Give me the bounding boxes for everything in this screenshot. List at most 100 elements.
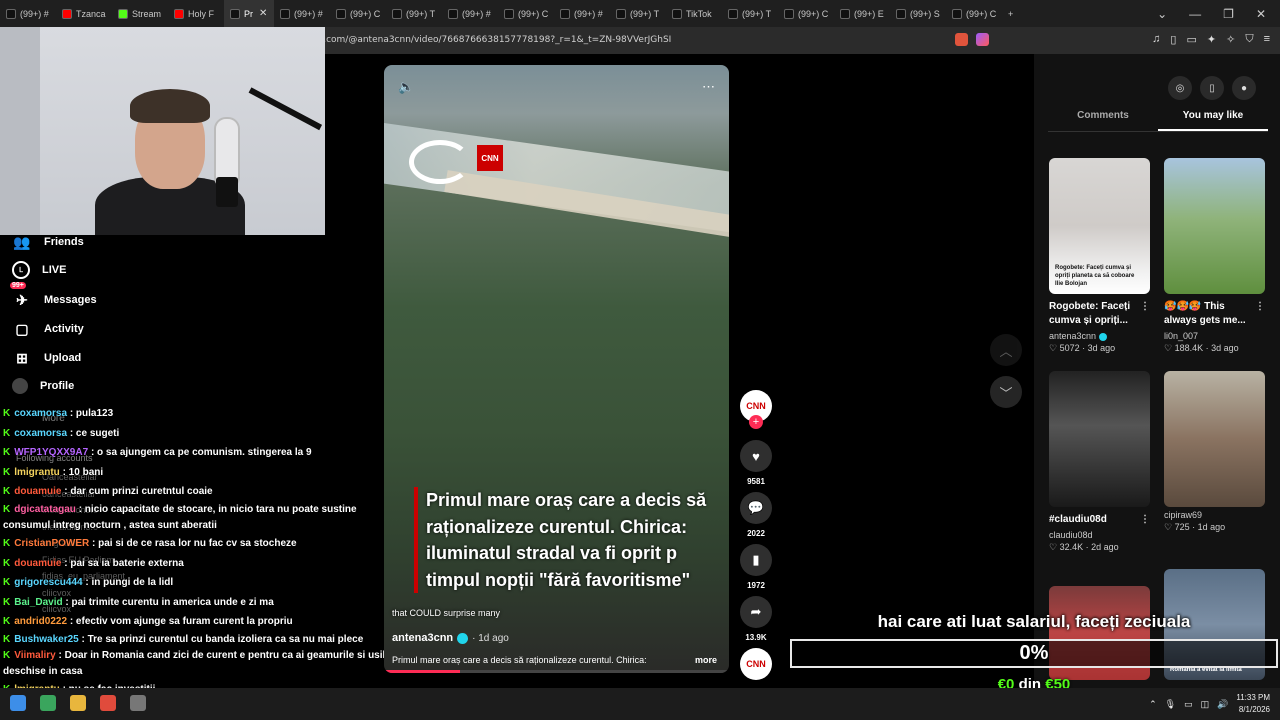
browser-tab[interactable]: Pr ✕	[224, 0, 274, 27]
browser-tab[interactable]: (99+) S	[890, 0, 946, 27]
sidebar-icon[interactable]: ▯	[1170, 33, 1176, 46]
tab-you-may-like[interactable]: You may like	[1158, 110, 1268, 131]
video-thumbnail[interactable]	[1164, 158, 1265, 294]
mic-icon[interactable]: 🎙	[1165, 699, 1176, 710]
video-thumbnail[interactable]	[1164, 371, 1265, 507]
network-icon[interactable]: ◫	[1201, 699, 1210, 710]
nav-messages[interactable]: ✈ 99+ Messages	[10, 282, 212, 310]
browser-tab[interactable]: Tzanca	[56, 0, 112, 27]
video-player[interactable]: CNN 🔈 ⋯ Primul mare oraș care a decis să…	[384, 65, 729, 673]
chat-username[interactable]: WFP1YQXX9A7	[14, 447, 88, 458]
card-author[interactable]: li0n_007	[1164, 331, 1265, 341]
display-icon[interactable]: ▭	[1184, 699, 1193, 710]
browser-tab[interactable]: (99+) #	[554, 0, 610, 27]
tab-search-icon[interactable]: ⌄	[1157, 7, 1167, 21]
browser-tab[interactable]: (99+) T	[610, 0, 666, 27]
comment-button[interactable]: 💬 2022	[738, 492, 774, 538]
browser-tab[interactable]: (99+) C	[498, 0, 554, 27]
windows-start-icon[interactable]	[10, 695, 26, 711]
author-avatar-button[interactable]: CNN +	[738, 390, 774, 429]
compass-icon[interactable]: ◎	[1168, 76, 1192, 100]
menu-icon[interactable]: ≡	[1264, 33, 1270, 46]
restore-icon[interactable]: ❐	[1223, 7, 1234, 21]
card-author[interactable]: claudiu08d	[1049, 530, 1150, 540]
chrome-icon[interactable]	[40, 695, 56, 711]
browser-tab[interactable]: (99+) #	[442, 0, 498, 27]
browser-tab[interactable]: Stream	[112, 0, 168, 27]
video-progress-bar[interactable]	[384, 670, 729, 673]
video-thumbnail[interactable]	[1049, 371, 1150, 507]
browser-tab[interactable]: (99+) #	[0, 0, 56, 27]
chat-username[interactable]: coxamorsa	[14, 428, 67, 439]
follow-plus-icon[interactable]: +	[749, 415, 763, 429]
brave-shield-icon[interactable]	[955, 33, 968, 46]
chat-username[interactable]: grigorescu444	[14, 577, 82, 588]
more-button[interactable]: more	[695, 655, 717, 665]
nav-friends[interactable]: 👥 Friends	[12, 232, 212, 252]
chat-username[interactable]: CristianPOWER	[14, 538, 89, 549]
new-tab-button[interactable]: +	[1002, 0, 1019, 27]
card-author[interactable]: cipiraw69	[1164, 510, 1265, 520]
close-window-icon[interactable]: ✕	[1256, 7, 1266, 21]
wallet-icon[interactable]: ▭	[1186, 33, 1196, 46]
extensions-icon[interactable]: ✦	[1207, 33, 1216, 46]
chat-username[interactable]: douamuie	[14, 558, 61, 569]
nav-upload[interactable]: ⊞ Upload	[12, 348, 212, 368]
obs-icon[interactable]	[130, 695, 146, 711]
browser-tab[interactable]: (99+) #	[274, 0, 330, 27]
chat-username[interactable]: lmigrantu	[14, 467, 60, 478]
card-author[interactable]: antena3cnn	[1049, 331, 1150, 341]
nav-live[interactable]: Ⅼ LIVE	[12, 261, 212, 279]
save-button[interactable]: ▮ 1972	[738, 544, 774, 590]
recommended-video-card[interactable]: #claudiu08d ⋮ claudiu08d ♡ 32.4K · 2d ago	[1049, 371, 1150, 553]
sound-avatar-button[interactable]: CNN	[738, 648, 774, 680]
browser-tab[interactable]: (99+) C	[330, 0, 386, 27]
recommended-video-card[interactable]: 🥵🥵🥵 This always gets me... ⋮ li0n_007 ♡ 188…	[1164, 158, 1265, 354]
recommended-video-card[interactable]: Rogobete: Faceți cumva și opriți planeta…	[1049, 158, 1150, 354]
video-author[interactable]: antena3cnn · 1d ago	[392, 632, 509, 644]
browser-tab[interactable]: (99+) C	[946, 0, 1002, 27]
chat-username[interactable]: Viimaliry	[14, 650, 56, 661]
vpn-icon[interactable]: ⛉	[1245, 33, 1253, 46]
chat-username[interactable]: douamuie	[14, 486, 61, 497]
device-icon[interactable]: ▯	[1200, 76, 1224, 100]
tray-chevron-icon[interactable]: ⌃	[1149, 699, 1157, 710]
volume-icon[interactable]: 🔊	[1217, 699, 1228, 710]
chat-username[interactable]: coxamorsa	[14, 408, 67, 419]
video-thumbnail[interactable]: Rogobete: Faceți cumva și opriți planeta…	[1049, 158, 1150, 294]
more-icon[interactable]: ⋯	[702, 79, 715, 95]
browser-tab[interactable]: (99+) C	[778, 0, 834, 27]
nav-activity[interactable]: ▢ Activity	[12, 319, 212, 339]
speaker-icon[interactable]: 🔈	[398, 79, 414, 95]
card-menu-icon[interactable]: ⋮	[1140, 300, 1150, 314]
minimize-icon[interactable]: —	[1189, 7, 1201, 21]
chat-username[interactable]: andrid0222	[14, 616, 67, 627]
nav-profile[interactable]: Profile	[12, 378, 212, 394]
previous-video-button[interactable]: ︿	[990, 334, 1022, 366]
recommended-video-card[interactable]: cipiraw69 ♡ 725 · 1d ago	[1164, 371, 1265, 533]
browser-tab[interactable]: Holy F	[168, 0, 224, 27]
card-menu-icon[interactable]: ⋮	[1140, 513, 1150, 527]
like-button[interactable]: ♥ 9581	[738, 440, 774, 486]
leo-icon[interactable]: ✧	[1226, 33, 1235, 46]
media-icon[interactable]: ♫	[1152, 33, 1160, 46]
close-tab-icon[interactable]: ✕	[259, 8, 267, 19]
brave-icon[interactable]	[100, 695, 116, 711]
browser-tab[interactable]: (99+) T	[386, 0, 442, 27]
folder-icon[interactable]	[70, 695, 86, 711]
brave-rewards-icon[interactable]	[976, 33, 989, 46]
share-button[interactable]: ➦ 13.9K	[738, 596, 774, 642]
browser-tab[interactable]: (99+) T	[722, 0, 778, 27]
address-bar[interactable]: k.com/@antena3cnn/video/7668766638157778…	[318, 31, 998, 50]
tab-comments[interactable]: Comments	[1048, 110, 1158, 131]
user-avatar-icon[interactable]: ●	[1232, 76, 1256, 100]
chat-username[interactable]: Bushwaker25	[14, 634, 78, 645]
clock[interactable]: 11:33 PM 8/1/2026	[1236, 692, 1270, 716]
browser-tab[interactable]: (99+) E	[834, 0, 890, 27]
chat-text: : Tre sa prinzi curentul cu banda izolie…	[81, 633, 364, 645]
card-menu-icon[interactable]: ⋮	[1255, 300, 1265, 314]
chat-username[interactable]: Bai_David	[14, 597, 62, 608]
chat-username[interactable]: dgicatatagau	[14, 504, 76, 515]
next-video-button[interactable]: ﹀	[990, 376, 1022, 408]
browser-tab[interactable]: TikTok	[666, 0, 722, 27]
